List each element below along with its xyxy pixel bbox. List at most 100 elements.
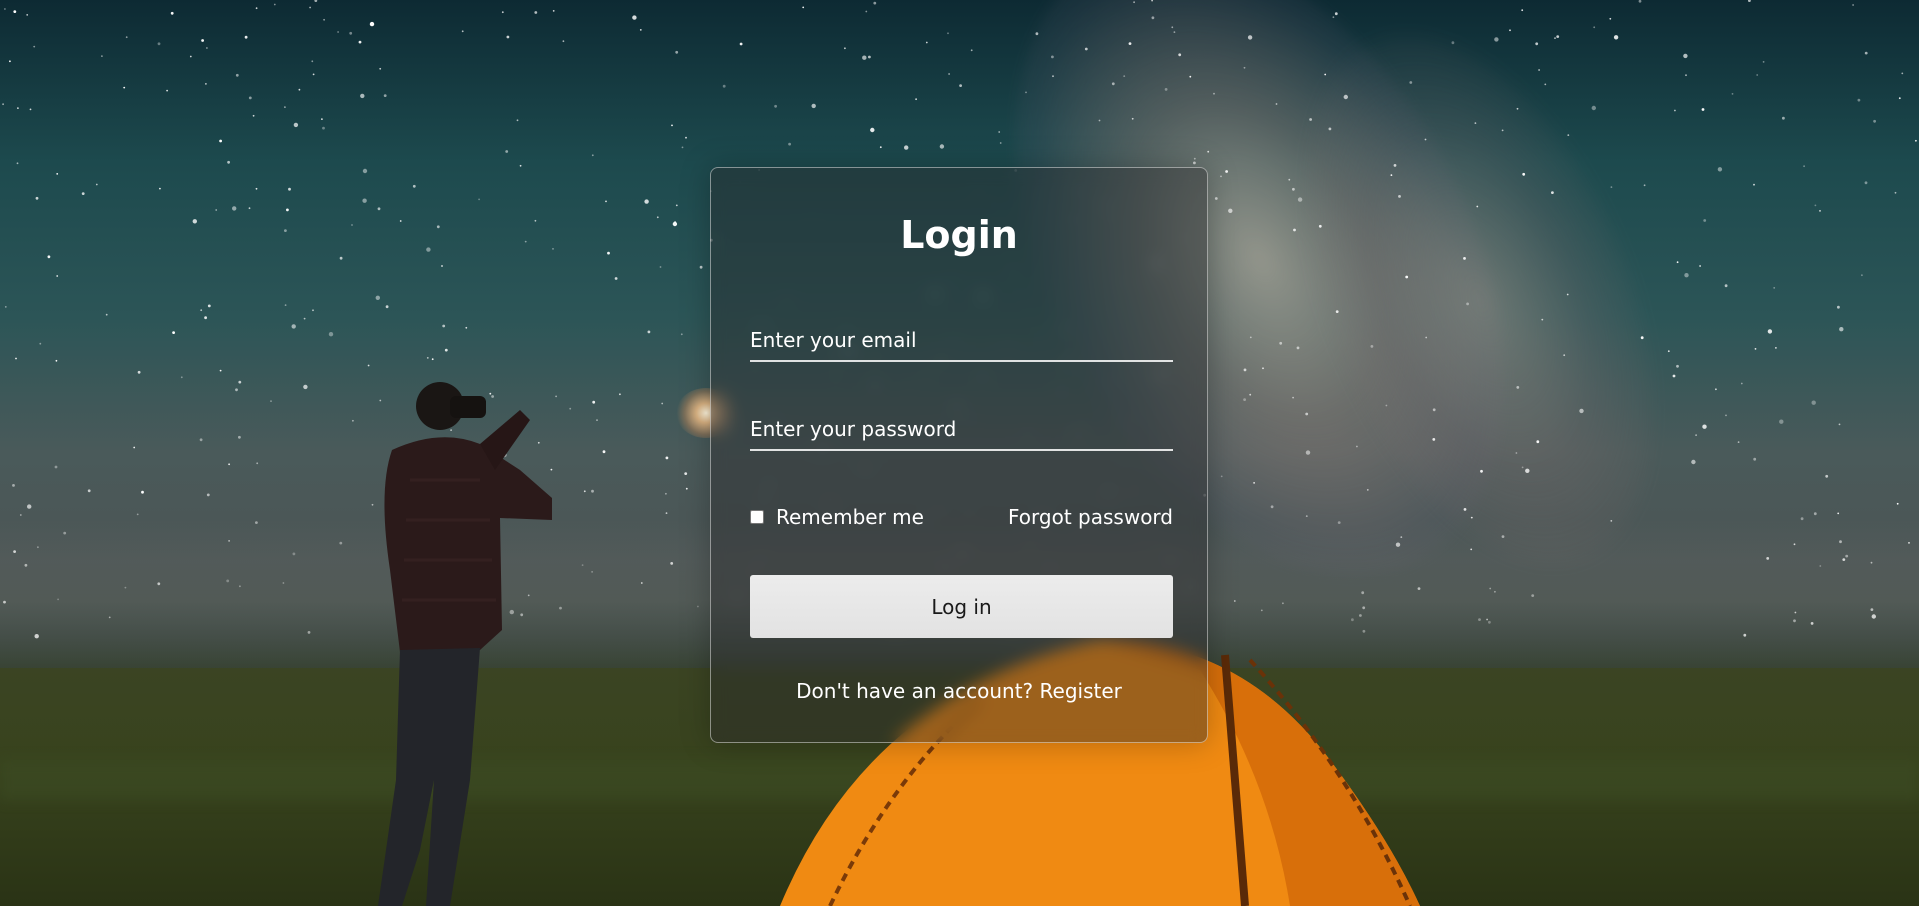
star bbox=[552, 248, 554, 250]
star bbox=[12, 484, 15, 487]
star bbox=[1591, 105, 1597, 111]
checkbox-icon[interactable] bbox=[750, 510, 764, 524]
login-options: Remember me Forgot password bbox=[750, 502, 1173, 532]
star bbox=[1425, 336, 1428, 339]
star bbox=[1305, 412, 1309, 416]
star bbox=[904, 145, 909, 150]
star bbox=[632, 15, 637, 20]
star bbox=[1463, 257, 1466, 260]
star bbox=[270, 400, 272, 402]
star bbox=[286, 208, 289, 212]
star bbox=[1684, 273, 1689, 278]
star bbox=[1525, 468, 1530, 473]
star bbox=[379, 67, 382, 70]
star bbox=[309, 6, 311, 9]
forgot-password-link[interactable]: Forgot password bbox=[1008, 505, 1173, 529]
remember-me[interactable]: Remember me bbox=[750, 505, 924, 529]
star bbox=[1753, 457, 1757, 461]
star bbox=[1296, 346, 1300, 350]
star bbox=[16, 162, 19, 165]
star bbox=[436, 225, 440, 229]
star bbox=[1672, 374, 1676, 378]
star bbox=[1754, 348, 1757, 350]
star bbox=[273, 3, 276, 6]
star bbox=[501, 11, 504, 14]
star bbox=[1838, 423, 1841, 426]
star bbox=[244, 35, 248, 39]
register-link[interactable]: Register bbox=[1040, 679, 1122, 703]
star bbox=[1463, 508, 1467, 511]
star bbox=[656, 216, 659, 219]
star bbox=[1424, 138, 1427, 141]
star bbox=[1249, 393, 1252, 396]
star bbox=[298, 88, 301, 91]
star bbox=[1566, 293, 1569, 296]
star bbox=[583, 490, 586, 493]
star bbox=[137, 370, 141, 374]
star bbox=[1703, 219, 1707, 222]
star bbox=[1814, 204, 1817, 207]
star bbox=[639, 29, 642, 31]
star bbox=[1779, 419, 1784, 424]
star bbox=[1516, 107, 1519, 110]
star bbox=[865, 10, 868, 13]
star bbox=[125, 36, 128, 39]
star bbox=[444, 348, 448, 352]
star bbox=[1111, 82, 1115, 86]
star bbox=[1243, 368, 1247, 372]
star bbox=[1393, 164, 1397, 167]
star bbox=[1740, 382, 1743, 385]
star bbox=[1035, 32, 1039, 36]
star bbox=[311, 60, 314, 63]
star bbox=[1220, 175, 1222, 178]
star bbox=[461, 30, 464, 33]
star bbox=[1193, 157, 1196, 160]
star bbox=[15, 357, 17, 360]
star bbox=[13, 10, 17, 14]
star bbox=[879, 146, 882, 149]
star bbox=[665, 492, 667, 495]
star bbox=[133, 446, 136, 449]
star bbox=[232, 206, 237, 211]
star bbox=[970, 49, 973, 52]
star bbox=[1837, 305, 1840, 309]
star bbox=[255, 187, 258, 190]
star bbox=[1640, 336, 1644, 340]
star bbox=[248, 96, 252, 100]
login-button[interactable]: Log in bbox=[750, 575, 1173, 638]
star bbox=[339, 256, 343, 260]
star bbox=[524, 240, 527, 243]
star bbox=[200, 309, 203, 312]
register-prompt: Don't have an account? Register bbox=[711, 679, 1207, 703]
star bbox=[1773, 287, 1776, 289]
star bbox=[591, 154, 594, 157]
star bbox=[1567, 134, 1570, 137]
star bbox=[81, 192, 85, 196]
star bbox=[870, 127, 875, 133]
star bbox=[592, 400, 596, 404]
register-prompt-text: Don't have an account? bbox=[796, 679, 1040, 703]
star bbox=[605, 200, 607, 203]
star bbox=[1133, 1, 1135, 4]
star bbox=[412, 184, 416, 188]
password-input[interactable] bbox=[750, 417, 1173, 441]
email-input[interactable] bbox=[750, 328, 1173, 352]
star bbox=[1536, 440, 1540, 444]
star bbox=[647, 330, 651, 334]
star bbox=[1243, 66, 1246, 69]
star bbox=[684, 472, 688, 475]
star bbox=[1480, 469, 1483, 473]
star bbox=[284, 229, 287, 233]
star bbox=[1509, 29, 1511, 32]
email-field-wrapper bbox=[750, 316, 1173, 362]
star bbox=[862, 55, 867, 60]
star bbox=[1535, 42, 1539, 46]
star bbox=[17, 107, 19, 109]
star bbox=[159, 187, 161, 190]
star bbox=[1451, 41, 1455, 45]
star bbox=[204, 316, 208, 320]
star bbox=[399, 220, 402, 222]
star bbox=[1470, 516, 1473, 519]
star bbox=[1898, 97, 1901, 100]
star bbox=[180, 376, 183, 379]
